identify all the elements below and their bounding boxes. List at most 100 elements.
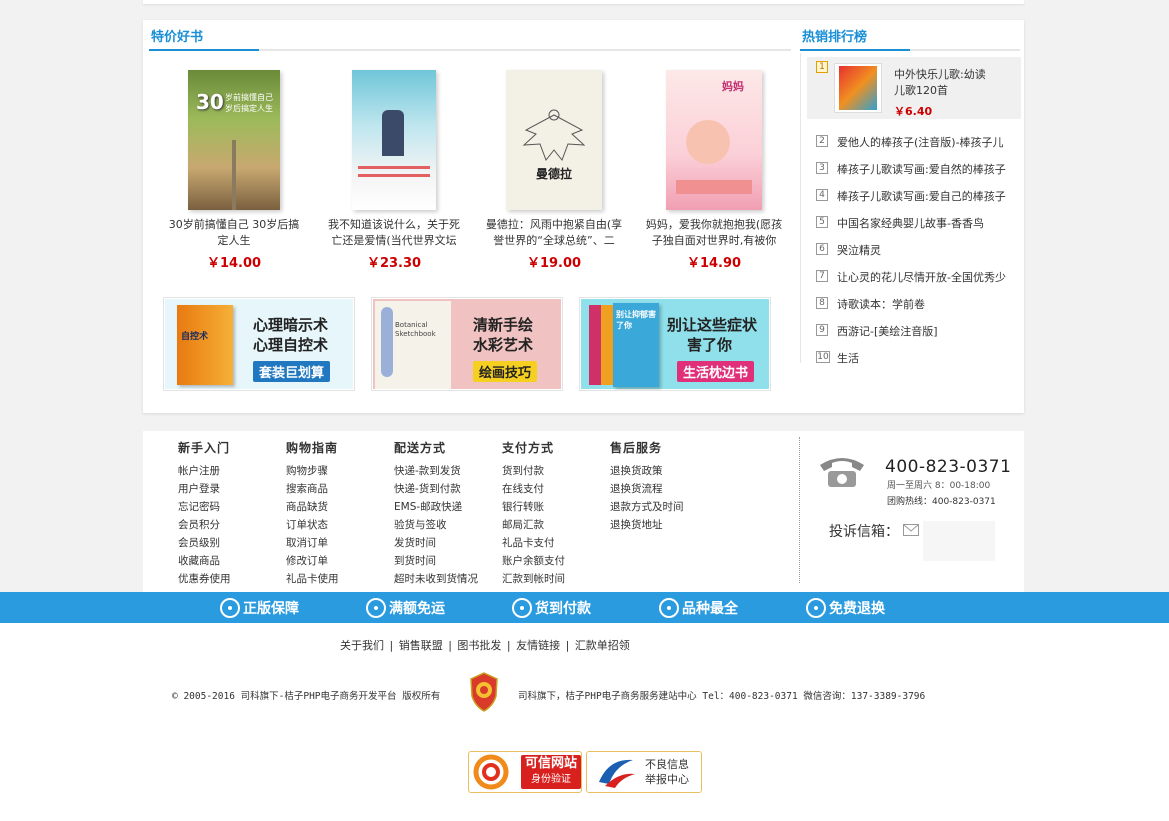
trusted-site-badge[interactable]: 可信网站 身份验证 [468,751,582,793]
book-card[interactable]: 曼德拉 曼德拉：风雨中抱紧自由(享誉世界的“全球总统”、二 ￥19.00 [479,70,629,271]
hot-item-title[interactable]: 中外快乐儿歌:幼读儿歌120首 [894,67,994,99]
hot-list-item[interactable]: 7 让心灵的花儿尽情开放-全国优秀少 [807,266,1021,286]
footer-link[interactable]: 退换货地址 [610,516,684,534]
book-card[interactable]: 妈妈 妈妈，爱我你就抱抱我(愿孩子独自面对世界时,有被你 ￥14.90 [639,70,789,271]
footer-link[interactable]: 会员级别 [178,534,231,552]
service-cod: 货到付款 [512,597,591,619]
promo-banner[interactable]: 自控术 心理暗示术 心理自控术 套装巨划算 [163,297,355,391]
top-strip [143,0,1024,4]
report-swoosh-icon [599,759,635,788]
footer-link[interactable]: 退款方式及时间 [610,498,684,516]
hot-list-item[interactable]: 8 诗歌读本：学前卷 [807,293,1021,313]
truck-icon [366,598,386,618]
book-price: ￥23.30 [366,256,422,271]
footer-link[interactable]: 礼品卡支付 [502,534,565,552]
books-icon [659,598,679,618]
copyright-right: 司科旗下，桔子PHP电子商务服务建站中心 Tel：400-823-0371 微信… [518,691,926,702]
report-center-badge[interactable]: 不良信息 举报中心 [586,751,702,793]
footer-link[interactable]: 订单状态 [286,516,339,534]
hot-item-1[interactable]: 1 中外快乐儿歌:幼读儿歌120首 ￥6.40 [807,57,1021,119]
footer-col-delivery: 配送方式 快递-款到发货 快递-货到付款 EMS-邮政快递 验货与签收 发货时间… [394,439,478,588]
book-title[interactable]: 妈妈，爱我你就抱抱我(愿孩子独自面对世界时,有被你 [639,217,789,250]
footer-link[interactable]: 超时未收到货情况 [394,570,478,588]
bottom-links: 关于我们 | 销售联盟 | 图书批发 | 友情链接 | 汇款单招领 [340,639,630,652]
footer-link[interactable]: 退换货流程 [610,480,684,498]
footer-col-newbie: 新手入门 帐户注册 用户登录 忘记密码 会员积分 会员级别 收藏商品 优惠券使用 [178,439,231,588]
copyright-left: © 2005-2016 司科旗下-桔子PHP电子商务开发平台 版权所有 [172,691,441,702]
email-obscured [923,521,995,561]
footer-link[interactable]: 搜索商品 [286,480,339,498]
book-cover[interactable]: 30 岁前搞懂自己 岁后搞定人生 [188,70,280,210]
footer-link[interactable]: 快递-款到发货 [394,462,478,480]
service-variety: 品种最全 [659,597,738,619]
promo-banner[interactable]: Botanical Sketchbook 清新手绘 水彩艺术 绘画技巧 [371,297,563,391]
footer-link[interactable]: 汇款到帐时间 [502,570,565,588]
book-cover[interactable]: 曼德拉 [506,70,602,210]
footer-link[interactable]: 收藏商品 [178,552,231,570]
footer-link[interactable]: 退换货政策 [610,462,684,480]
footer-link[interactable]: 取消订单 [286,534,339,552]
book-title[interactable]: 曼德拉：风雨中抱紧自由(享誉世界的“全球总统”、二 [479,217,629,250]
hot-list-item[interactable]: 9 西游记-[美绘注音版] [807,320,1021,340]
footer-col-payment: 支付方式 货到付款 在线支付 银行转账 邮局汇款 礼品卡支付 账户余额支付 汇款… [502,439,565,588]
book-price: ￥14.90 [686,256,742,271]
mail-icon[interactable] [903,524,919,536]
link-friends[interactable]: 友情链接 [516,639,560,652]
specials-title: 特价好书 [151,30,204,45]
footer-link[interactable]: 会员积分 [178,516,231,534]
service-bar: 正版保障 满额免运 货到付款 品种最全 免费退换 [0,592,1169,623]
footer-link[interactable]: 邮局汇款 [502,516,565,534]
hot-list-item[interactable]: 6 哭泣精灵 [807,239,1021,259]
hot-item-image[interactable] [834,63,882,113]
book-cover[interactable]: 妈妈 [666,70,762,210]
footer-link[interactable]: 用户登录 [178,480,231,498]
link-affiliate[interactable]: 销售联盟 [399,639,443,652]
footer-link[interactable]: 验货与签收 [394,516,478,534]
hot-header: 热销排行榜 [800,20,1020,51]
book-title[interactable]: 30岁前搞懂自己 30岁后搞定人生 [159,217,309,250]
book-price: ￥14.00 [206,256,262,271]
link-about[interactable]: 关于我们 [340,639,384,652]
shield-icon [220,598,240,618]
book-card[interactable]: 我不知道该说什么，关于死亡还是爱情(当代世界文坛 ￥23.30 [319,70,469,271]
hot-list-item[interactable]: 10 生活 [807,347,1021,367]
footer-link[interactable]: 账户余额支付 [502,552,565,570]
footer-link[interactable]: 银行转账 [502,498,565,516]
footer-link[interactable]: 帐户注册 [178,462,231,480]
footer-link[interactable]: EMS-邮政快递 [394,498,478,516]
hot-list-item[interactable]: 5 中国名家经典婴儿故事-香香鸟 [807,212,1021,232]
book-title[interactable]: 我不知道该说什么，关于死亡还是爱情(当代世界文坛 [319,217,469,250]
bottom-area: 关于我们 | 销售联盟 | 图书批发 | 友情链接 | 汇款单招领 © 2005… [0,623,1169,821]
footer-link[interactable]: 修改订单 [286,552,339,570]
book-price: ￥19.00 [526,256,582,271]
footer-divider [799,437,800,583]
phone-icon [820,458,864,487]
footer-link[interactable]: 商品缺货 [286,498,339,516]
footer-link[interactable]: 购物步骤 [286,462,339,480]
footer-link[interactable]: 到货时间 [394,552,478,570]
hot-item-price: ￥6.40 [894,105,933,118]
hot-list-item[interactable]: 2 爱他人的棒孩子(注音版)-棒孩子儿 [807,131,1021,151]
link-wholesale[interactable]: 图书批发 [457,639,501,652]
footer-link[interactable]: 货到付款 [502,462,565,480]
trust-swirl-icon [473,754,509,790]
footer-link[interactable]: 忘记密码 [178,498,231,516]
promo-banner[interactable]: 别让抑郁害了你 别让这些症状 害了你 生活枕边书 [579,297,771,391]
group-hotline: 团购热线：400-823-0371 [887,497,996,507]
book-card[interactable]: 30 岁前搞懂自己 岁后搞定人生 30岁前搞懂自己 30岁后搞定人生 ￥14.00 [159,70,309,271]
eagle-icon [522,109,586,161]
link-remittance[interactable]: 汇款单招领 [575,639,630,652]
book-cover[interactable] [352,70,436,210]
hot-list-item[interactable]: 3 棒孩子儿歌读写画:爱自然的棒孩子 [807,158,1021,178]
footer-link[interactable]: 发货时间 [394,534,478,552]
hot-list-item[interactable]: 4 棒孩子儿歌读写画:爱自己的棒孩子 [807,185,1021,205]
service-phone: 400-823-0371 [885,457,1012,477]
footer-link[interactable]: 优惠券使用 [178,570,231,588]
footer-link[interactable]: 在线支付 [502,480,565,498]
police-seal-icon[interactable] [469,672,499,712]
footer-link[interactable]: 礼品卡使用 [286,570,339,588]
footer-link[interactable]: 快递-货到付款 [394,480,478,498]
main-panel: 特价好书 30 岁前搞懂自己 岁后搞定人生 30岁前搞懂自己 30岁后搞定人生 ￥… [143,20,1024,413]
complaint-label: 投诉信箱： [829,524,899,540]
service-hours: 周一至周六 8：00-18:00 [887,481,991,491]
